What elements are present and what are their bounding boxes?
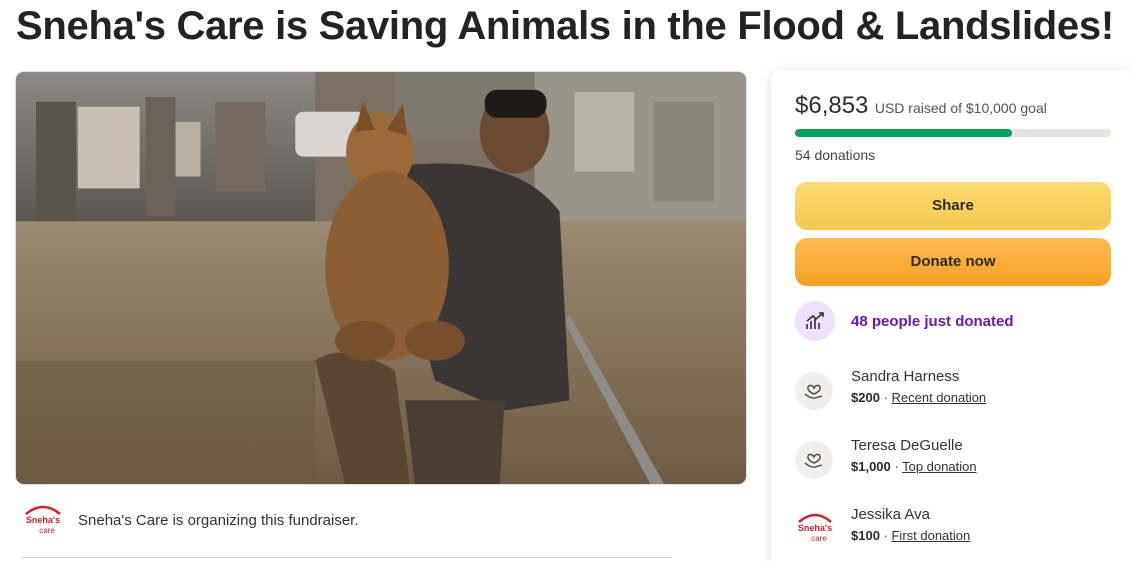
donor-separator: ·	[879, 528, 892, 543]
progress-fill	[795, 129, 1012, 137]
donor-meta: $200 · Recent donation	[851, 390, 986, 405]
donor-meta: $100 · First donation	[851, 528, 970, 543]
donor-tag-link[interactable]: Recent donation	[891, 390, 986, 405]
raised-goal-text: USD raised of $10,000 goal	[874, 100, 1047, 116]
raised-amount: $6,853	[795, 92, 869, 119]
donor-separator: ·	[879, 390, 892, 405]
donor-name: Sandra Harness	[851, 368, 960, 385]
donor-logo-text-1: Sneha's	[798, 523, 832, 533]
donor-separator: ·	[890, 459, 903, 474]
recent-donors-text: 48 people just donated	[851, 313, 1014, 330]
donor-item: Sandra Harness $200 · Recent donation	[795, 368, 1115, 414]
donor-item: Teresa DeGuelle $1,000 · Top donation	[795, 437, 1115, 483]
org-logo-text-1: Sneha's	[26, 515, 60, 525]
donor-amount: $200	[851, 390, 880, 405]
donor-amount: $1,000	[851, 459, 891, 474]
donor-logo-text-2: care	[811, 534, 827, 543]
donate-now-button[interactable]: Donate now	[795, 238, 1111, 286]
donor-name: Teresa DeGuelle	[851, 437, 963, 454]
donor-meta: $1,000 · Top donation	[851, 459, 977, 474]
page-title: Sneha's Care is Saving Animals in the Fl…	[16, 4, 1114, 48]
progress-bar	[795, 129, 1111, 137]
donor-item: Sneha's care Jessika Ava $100 · First do…	[795, 506, 1115, 552]
share-button[interactable]: Share	[795, 182, 1111, 230]
heart-hand-icon	[795, 441, 833, 479]
organizer-text: Sneha's Care is organizing this fundrais…	[78, 512, 359, 529]
amount-row: $6,853 USD raised of $10,000 goal	[795, 92, 1047, 120]
hero-image	[15, 71, 747, 485]
donation-panel: $6,853 USD raised of $10,000 goal 54 don…	[771, 70, 1134, 561]
trending-up-icon	[795, 301, 835, 341]
donor-tag-link[interactable]: Top donation	[902, 459, 976, 474]
sneha-care-logo: Sneha's care	[22, 502, 64, 540]
donor-name: Jessika Ava	[851, 506, 930, 523]
donor-tag-link[interactable]: First donation	[891, 528, 970, 543]
sneha-care-logo: Sneha's care	[795, 510, 835, 548]
rescue-photo-illustration	[16, 72, 746, 484]
donor-amount: $100	[851, 528, 880, 543]
organizer-row: Sneha's care Sneha's Care is organizing …	[22, 500, 672, 558]
heart-hand-icon	[795, 372, 833, 410]
org-logo-text-2: care	[39, 526, 55, 535]
donations-count: 54 donations	[795, 147, 876, 163]
